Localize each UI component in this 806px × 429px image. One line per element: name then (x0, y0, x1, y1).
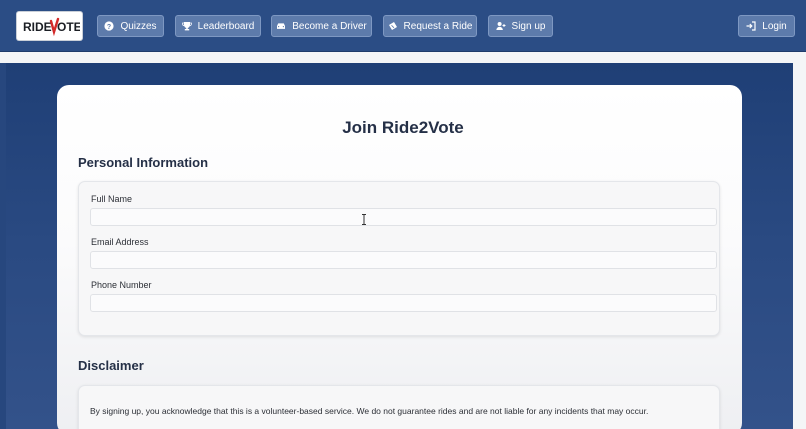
nav-signup-label: Sign up (511, 20, 546, 32)
full-name-input[interactable] (90, 208, 717, 226)
nav-quizzes-button[interactable]: ? Quizzes (97, 15, 164, 37)
personal-info-heading: Personal Information (78, 155, 209, 170)
nav-leaderboard-button[interactable]: Leaderboard (175, 15, 261, 37)
nav-signup-button[interactable]: Sign up (488, 15, 553, 37)
full-name-label: Full Name (91, 194, 133, 204)
car-icon (276, 21, 286, 31)
svg-text:RIDE: RIDE (23, 20, 52, 34)
nav-quizzes-label: Quizzes (120, 20, 157, 32)
disclaimer-heading: Disclaimer (78, 358, 144, 373)
text-cursor-icon (362, 214, 366, 225)
nav-login-label: Login (762, 20, 787, 32)
phone-input[interactable] (90, 294, 717, 312)
trophy-icon (181, 21, 192, 31)
nav-leaderboard-label: Leaderboard (197, 20, 255, 32)
svg-text:?: ? (107, 24, 111, 31)
ticket-icon (388, 21, 398, 31)
nav-request-ride-button[interactable]: Request a Ride (383, 15, 477, 37)
logo-mark: RIDE OTE (23, 17, 80, 37)
navbar-underline (0, 52, 806, 63)
ride2vote-logo[interactable]: RIDE OTE (17, 12, 82, 40)
nav-login-button[interactable]: Login (738, 15, 795, 37)
email-input[interactable] (90, 251, 717, 269)
disclaimer-text: By signing up, you acknowledge that this… (90, 406, 649, 416)
question-circle-icon: ? (104, 21, 115, 31)
svg-text:OTE: OTE (57, 20, 80, 34)
top-navbar: RIDE OTE ? Quizzes Leaderboard Become a … (0, 0, 806, 52)
nav-request-ride-label: Request a Ride (403, 20, 473, 32)
nav-become-driver-label: Become a Driver (292, 20, 367, 32)
user-plus-icon (495, 21, 506, 31)
sign-in-icon (746, 21, 756, 31)
nav-become-driver-button[interactable]: Become a Driver (271, 15, 372, 37)
page-title: Join Ride2Vote (342, 118, 464, 137)
phone-label: Phone Number (91, 280, 152, 290)
email-label: Email Address (91, 237, 149, 247)
